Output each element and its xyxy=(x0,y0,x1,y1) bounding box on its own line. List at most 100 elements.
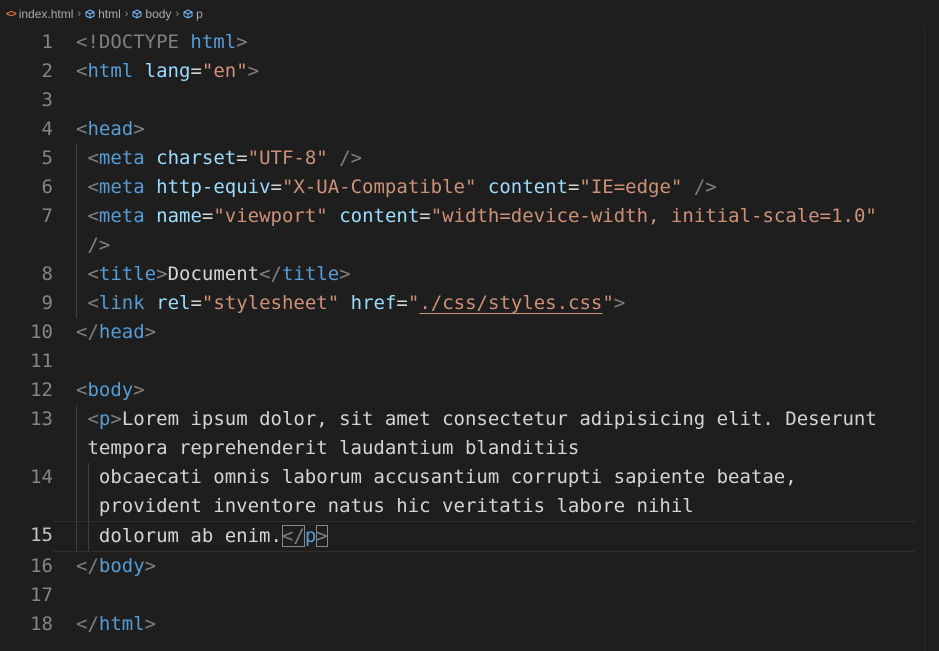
line-content[interactable]: <body> xyxy=(53,376,915,405)
line-number: 15 xyxy=(30,524,53,546)
code-line[interactable]: 17 xyxy=(0,581,939,610)
bracket-token: </ xyxy=(76,555,99,577)
bracket-token: < xyxy=(76,118,88,140)
line-content[interactable]: dolorum ab enim.</p> xyxy=(53,521,915,552)
indent-guide xyxy=(88,522,89,551)
stylesheet-link[interactable]: ./css/styles.css xyxy=(419,292,602,314)
breadcrumb-item-p[interactable]: p xyxy=(183,7,203,21)
line-number-blank xyxy=(0,434,53,463)
code-line[interactable]: 14 obcaecati omnis laborum accusantium c… xyxy=(0,463,939,492)
line-content[interactable] xyxy=(53,581,915,610)
cube-icon xyxy=(132,9,142,19)
chevron-right-icon: › xyxy=(175,8,180,20)
line-content[interactable]: provident inventore natus hic veritatis … xyxy=(53,492,915,521)
code-line[interactable]: 16 </body> xyxy=(0,552,939,581)
tag-token: body xyxy=(98,555,145,577)
bracket-token: > xyxy=(236,31,248,53)
indent-guide xyxy=(76,289,77,318)
line-content[interactable] xyxy=(53,86,915,115)
line-content[interactable]: <title>Document</title> xyxy=(53,260,915,289)
line-content[interactable]: <meta http-equiv="X-UA-Compatible" conte… xyxy=(53,173,915,202)
code-line[interactable]: 7 <meta name="viewport" content="width=d… xyxy=(0,202,939,231)
code-line[interactable]: 4 <head> xyxy=(0,115,939,144)
code-line-current[interactable]: 15 dolorum ab enim.</p> xyxy=(0,521,939,552)
indent-guide xyxy=(76,463,77,492)
quote-token: " xyxy=(407,292,420,314)
line-content[interactable]: <head> xyxy=(53,115,915,144)
bracket-token: </ xyxy=(76,321,99,343)
line-content[interactable]: <html lang="en"> xyxy=(53,57,915,86)
line-content[interactable]: <link rel="stylesheet" href="./css/style… xyxy=(53,289,915,318)
line-content[interactable]: tempora reprehenderit laudantium blandit… xyxy=(53,434,915,463)
bracket-token: > xyxy=(144,555,157,577)
breadcrumb-item-label: p xyxy=(196,7,203,21)
line-number: 11 xyxy=(30,350,53,372)
text-token: provident inventore natus hic veritatis … xyxy=(98,495,694,517)
line-number: 9 xyxy=(41,292,53,314)
tag-token: html xyxy=(87,60,134,82)
bracket-token: < xyxy=(87,263,99,285)
line-content[interactable]: <meta charset="UTF-8" /> xyxy=(53,144,915,173)
indent-guide xyxy=(76,405,77,434)
string-token: "en" xyxy=(201,60,248,82)
line-number: 4 xyxy=(41,118,53,140)
tag-token: p xyxy=(98,408,111,430)
vertical-scrollbar[interactable] xyxy=(924,28,939,651)
code-line[interactable]: 10 </head> xyxy=(0,318,939,347)
code-line[interactable]: 2 <html lang="en"> xyxy=(0,57,939,86)
line-number: 13 xyxy=(30,408,53,430)
doctype-token: <!DOCTYPE xyxy=(76,31,179,53)
equals-token: = xyxy=(270,176,282,198)
line-content[interactable]: <meta name="viewport" content="width=dev… xyxy=(53,202,915,231)
line-number: 16 xyxy=(30,555,53,577)
line-content[interactable]: </html> xyxy=(53,610,915,639)
breadcrumb-item-html[interactable]: html xyxy=(85,7,121,21)
line-content[interactable]: <!DOCTYPE html> xyxy=(53,28,915,57)
text-token: tempora reprehenderit laudantium blandit… xyxy=(87,437,580,459)
line-content[interactable]: obcaecati omnis laborum accusantium corr… xyxy=(53,463,915,492)
code-line-wrap[interactable]: tempora reprehenderit laudantium blandit… xyxy=(0,434,939,463)
code-line[interactable]: 8 <title>Document</title> xyxy=(0,260,939,289)
quote-token: " xyxy=(602,292,614,314)
line-content[interactable]: /> xyxy=(53,231,915,260)
text-token: obcaecati omnis laborum accusantium corr… xyxy=(98,466,797,488)
indent-guide xyxy=(76,202,77,231)
line-content[interactable]: <p>Lorem ipsum dolor, sit amet consectet… xyxy=(53,405,915,434)
string-token: "width=device-width, initial-scale=1.0" xyxy=(430,205,877,227)
code-line[interactable]: 13 <p>Lorem ipsum dolor, sit amet consec… xyxy=(0,405,939,434)
attr-token: href xyxy=(350,292,397,314)
code-line[interactable]: 1 <!DOCTYPE html> xyxy=(0,28,939,57)
line-content[interactable]: </body> xyxy=(53,552,915,581)
code-line[interactable]: 3 xyxy=(0,86,939,115)
tag-token: meta xyxy=(98,176,145,198)
code-line[interactable]: 5 <meta charset="UTF-8" /> xyxy=(0,144,939,173)
code-line-wrap[interactable]: /> xyxy=(0,231,939,260)
equals-token: = xyxy=(419,205,431,227)
code-line[interactable]: 12 <body> xyxy=(0,376,939,405)
breadcrumb: <> index.html › html › body › p xyxy=(0,0,939,28)
equals-token: = xyxy=(201,205,214,227)
line-number: 3 xyxy=(41,89,53,111)
code-editor[interactable]: 1 <!DOCTYPE html> 2 <html lang="en"> 3 4… xyxy=(0,28,939,639)
bracket-token: > xyxy=(110,408,122,430)
chevron-right-icon: › xyxy=(77,8,82,20)
code-line[interactable]: 18 </html> xyxy=(0,610,939,639)
tag-token: head xyxy=(98,321,145,343)
code-line[interactable]: 6 <meta http-equiv="X-UA-Compatible" con… xyxy=(0,173,939,202)
line-content[interactable] xyxy=(53,347,915,376)
line-number-blank xyxy=(0,231,53,260)
equals-token: = xyxy=(396,292,408,314)
indent-guide xyxy=(76,522,77,551)
equals-token: = xyxy=(236,147,248,169)
attr-token: http-equiv xyxy=(156,176,271,198)
tag-token: title xyxy=(98,263,157,285)
breadcrumb-item-label: body xyxy=(145,7,172,21)
tag-token: html xyxy=(98,613,145,635)
breadcrumb-file[interactable]: <> index.html xyxy=(6,7,73,21)
code-line[interactable]: 11 xyxy=(0,347,939,376)
code-line[interactable]: 9 <link rel="stylesheet" href="./css/sty… xyxy=(0,289,939,318)
breadcrumb-item-body[interactable]: body xyxy=(132,7,171,21)
line-content[interactable]: </head> xyxy=(53,318,915,347)
code-line-wrap[interactable]: provident inventore natus hic veritatis … xyxy=(0,492,939,521)
string-token: "X-UA-Compatible" xyxy=(281,176,477,198)
